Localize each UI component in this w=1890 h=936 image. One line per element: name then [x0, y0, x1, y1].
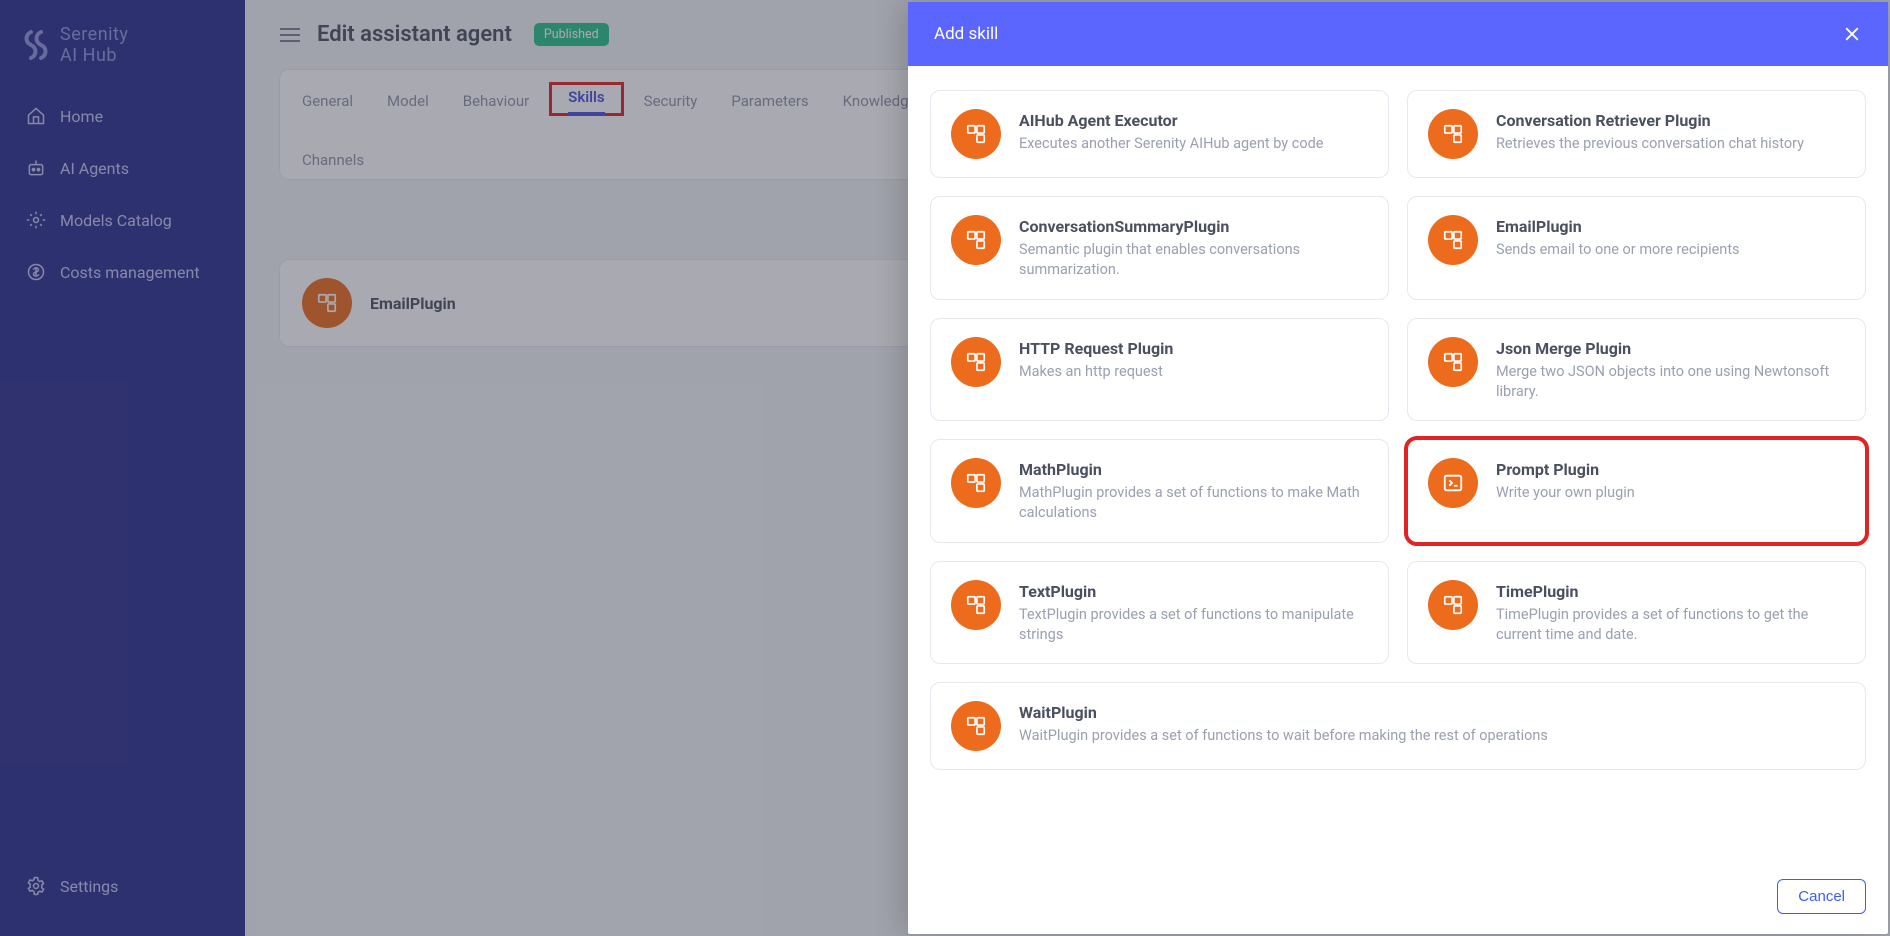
skill-card[interactable]: Conversation Retriever Plugin Retrieves t… — [1407, 90, 1866, 178]
skill-card[interactable]: EmailPlugin Sends email to one or more re… — [1407, 196, 1866, 300]
skill-card[interactable]: WaitPlugin WaitPlugin provides a set of f… — [930, 682, 1866, 770]
plugin-icon — [951, 337, 1001, 387]
plugin-icon — [1428, 580, 1478, 630]
skill-card[interactable]: ConversationSummaryPlugin Semantic plugin… — [930, 196, 1389, 300]
skill-card-desc: Makes an http request — [1019, 362, 1368, 382]
plugin-icon — [951, 458, 1001, 508]
skill-card-title: AIHub Agent Executor — [1019, 111, 1368, 130]
plugin-icon — [1428, 337, 1478, 387]
close-icon[interactable] — [1842, 24, 1862, 44]
skill-card-title: TimePlugin — [1496, 582, 1845, 601]
skill-card-desc: MathPlugin provides a set of functions t… — [1019, 483, 1368, 524]
skill-card[interactable]: MathPlugin MathPlugin provides a set of f… — [930, 439, 1389, 543]
add-skill-modal: Add skill AIHub Agent Executor Executes a… — [908, 2, 1888, 934]
skill-card-title: TextPlugin — [1019, 582, 1368, 601]
skill-card-title: ConversationSummaryPlugin — [1019, 217, 1368, 236]
skill-card-title: HTTP Request Plugin — [1019, 339, 1368, 358]
plugin-icon — [951, 109, 1001, 159]
skill-card-desc: Sends email to one or more recipients — [1496, 240, 1845, 260]
modal-header: Add skill — [908, 2, 1888, 66]
modal-title: Add skill — [934, 24, 998, 44]
modal-footer: Cancel — [908, 864, 1888, 934]
skill-card[interactable]: Json Merge Plugin Merge two JSON objects … — [1407, 318, 1866, 422]
skill-card-title: Conversation Retriever Plugin — [1496, 111, 1845, 130]
skill-card[interactable]: Prompt Plugin Write your own plugin — [1407, 439, 1866, 543]
skill-card-title: Json Merge Plugin — [1496, 339, 1845, 358]
skill-card[interactable]: AIHub Agent Executor Executes another Ser… — [930, 90, 1389, 178]
skill-card-desc: Retrieves the previous conversation chat… — [1496, 134, 1845, 154]
skill-card-desc: TimePlugin provides a set of functions t… — [1496, 605, 1845, 646]
cancel-button[interactable]: Cancel — [1777, 879, 1866, 914]
skill-card-desc: Write your own plugin — [1496, 483, 1845, 503]
skill-card-title: WaitPlugin — [1019, 703, 1845, 722]
plugin-icon — [951, 580, 1001, 630]
modal-body: AIHub Agent Executor Executes another Ser… — [908, 66, 1888, 864]
skill-card-desc: TextPlugin provides a set of functions t… — [1019, 605, 1368, 646]
plugin-icon — [951, 701, 1001, 751]
prompt-icon — [1428, 458, 1478, 508]
skill-card-title: MathPlugin — [1019, 460, 1368, 479]
skill-card-desc: Executes another Serenity AIHub agent by… — [1019, 134, 1368, 154]
skill-card[interactable]: HTTP Request Plugin Makes an http request — [930, 318, 1389, 422]
skill-card[interactable]: TextPlugin TextPlugin provides a set of f… — [930, 561, 1389, 665]
skill-card-desc: Merge two JSON objects into one using Ne… — [1496, 362, 1845, 403]
skill-card-desc: Semantic plugin that enables conversatio… — [1019, 240, 1368, 281]
plugin-icon — [1428, 215, 1478, 265]
skill-card-title: Prompt Plugin — [1496, 460, 1845, 479]
skill-card-title: EmailPlugin — [1496, 217, 1845, 236]
plugin-icon — [1428, 109, 1478, 159]
skill-card[interactable]: TimePlugin TimePlugin provides a set of f… — [1407, 561, 1866, 665]
plugin-icon — [951, 215, 1001, 265]
skill-card-desc: WaitPlugin provides a set of functions t… — [1019, 726, 1845, 746]
